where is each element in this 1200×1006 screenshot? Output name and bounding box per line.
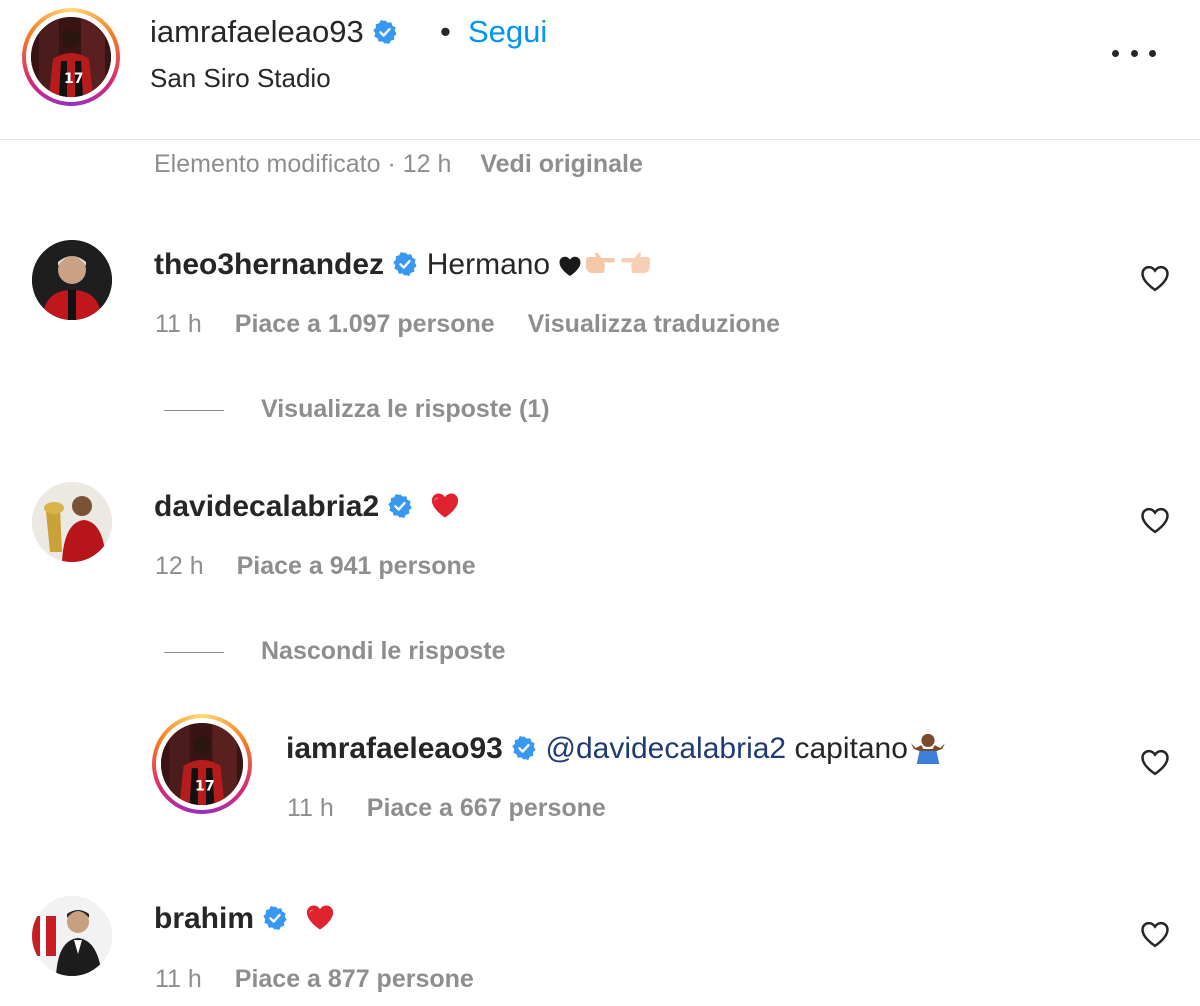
comment-likes[interactable]: Piace a 1.097 persone xyxy=(235,310,495,338)
comment-username[interactable]: theo3hernandez Hermano xyxy=(154,248,654,282)
reply-mention-link[interactable]: @davidecalabria2 xyxy=(546,732,787,765)
pointing-left-emoji-icon xyxy=(618,250,654,278)
comment-username[interactable]: brahim xyxy=(154,902,335,936)
edited-info: Elemento modificato · 12 h Vedi original… xyxy=(154,150,643,179)
comment-meta: 11 h Piace a 877 persone xyxy=(155,965,474,994)
verified-badge-icon xyxy=(392,251,418,277)
post-header: 17 iamrafaeleao93 • Segui San Siro Stadi… xyxy=(0,0,1200,140)
more-options-icon[interactable] xyxy=(1112,38,1156,68)
view-replies-button[interactable]: Visualizza le risposte (1) xyxy=(261,395,550,424)
like-heart-icon[interactable] xyxy=(1140,748,1170,776)
comment-text: Hermano xyxy=(426,248,551,281)
reply-likes[interactable]: Piace a 667 persone xyxy=(367,794,606,822)
like-heart-icon[interactable] xyxy=(1140,264,1170,292)
reply-text: capitano xyxy=(794,732,908,765)
comment-avatar-davidecalabria2[interactable] xyxy=(32,482,112,562)
comment-meta: 12 h Piace a 941 persone xyxy=(155,552,476,581)
author-avatar[interactable]: 17 xyxy=(31,17,111,97)
reply-time[interactable]: 11 h xyxy=(287,794,334,822)
shrug-emoji-icon xyxy=(908,732,948,764)
view-original-button[interactable]: Vedi originale xyxy=(480,150,643,178)
translate-button[interactable]: Visualizza traduzione xyxy=(528,310,780,338)
red-heart-emoji-icon xyxy=(430,491,460,519)
comment-time[interactable]: 11 h xyxy=(155,310,202,338)
like-heart-icon[interactable] xyxy=(1140,506,1170,534)
comment-time[interactable]: 11 h xyxy=(155,965,202,993)
thread-divider-line xyxy=(164,652,224,653)
post-location[interactable]: San Siro Stadio xyxy=(150,63,331,94)
comment-avatar-theo3hernandez[interactable] xyxy=(32,240,112,320)
comment-avatar-brahim[interactable] xyxy=(32,896,112,976)
comment-meta: 11 h Piace a 1.097 persone Visualizza tr… xyxy=(155,310,780,339)
pointing-right-emoji-icon xyxy=(582,250,618,278)
svg-text:17: 17 xyxy=(64,71,83,87)
verified-badge-icon xyxy=(262,905,288,931)
verified-badge-icon xyxy=(387,493,413,519)
like-heart-icon[interactable] xyxy=(1140,920,1170,948)
svg-text:17: 17 xyxy=(195,779,215,795)
thread-divider-line xyxy=(164,410,224,411)
comment-likes[interactable]: Piace a 877 persone xyxy=(235,965,474,993)
reply-author-avatar[interactable]: 17 xyxy=(161,723,243,805)
comment-username[interactable]: davidecalabria2 xyxy=(154,490,460,524)
verified-badge-icon xyxy=(372,19,398,45)
comment-likes[interactable]: Piace a 941 persone xyxy=(237,552,476,580)
edited-label: Elemento modificato · 12 h xyxy=(154,150,452,178)
red-heart-emoji-icon xyxy=(305,903,335,931)
verified-badge-icon xyxy=(511,735,537,761)
black-heart-emoji-icon xyxy=(558,255,582,277)
author-name[interactable]: iamrafaeleao93 xyxy=(150,14,398,50)
author-story-ring[interactable]: 17 xyxy=(22,8,120,106)
hide-replies-button[interactable]: Nascondi le risposte xyxy=(261,637,506,666)
reply-meta: 11 h Piace a 667 persone xyxy=(287,794,606,823)
reply-username[interactable]: iamrafaeleao93 @davidecalabria2 capitano xyxy=(286,732,948,766)
comment-time[interactable]: 12 h xyxy=(155,552,204,580)
reply-author-story-ring[interactable]: 17 xyxy=(152,714,252,814)
header-separator: • xyxy=(440,14,451,49)
follow-button[interactable]: Segui xyxy=(468,14,547,50)
